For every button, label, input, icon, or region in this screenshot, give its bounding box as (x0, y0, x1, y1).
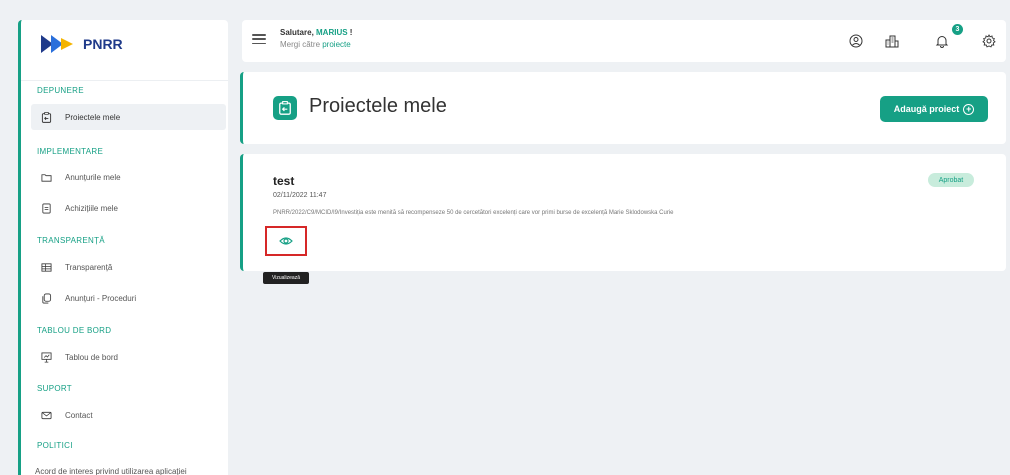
presentation-icon (41, 352, 52, 363)
sidebar-item-label: Anunțurile mele (65, 172, 121, 182)
view-project-button[interactable] (265, 226, 307, 256)
folder-icon (41, 172, 52, 183)
brand-logo[interactable]: PNRR (41, 35, 123, 53)
file-icon (41, 203, 52, 214)
eye-icon (279, 234, 293, 248)
greeting: Salutare, MARIUS ! (280, 28, 353, 37)
sidebar-item-contact[interactable]: Contact (31, 402, 226, 428)
add-project-label: Adaugă proiect (893, 104, 960, 114)
topbar: Salutare, MARIUS ! Mergi către proiecte (242, 20, 1006, 62)
project-date: 02/11/2022 11:47 (273, 192, 327, 199)
page-title: Proiectele mele (309, 95, 447, 117)
sidebar-item-tablou-de-bord[interactable]: Tablou de bord (31, 344, 226, 370)
user-name: MARIUS (316, 28, 348, 37)
notification-badge: 3 (952, 24, 963, 35)
user-circle-icon[interactable] (848, 33, 863, 48)
table-icon (41, 262, 52, 273)
gear-icon[interactable] (981, 33, 996, 48)
section-label-tablou-de-bord: TABLOU DE BORD (37, 326, 112, 335)
sidebar-item-achizitiile-mele[interactable]: Achizițiile mele (31, 195, 226, 221)
logo-divider (21, 80, 228, 81)
brand-name: PNRR (83, 36, 123, 52)
sidebar-item-label: Achizițiile mele (65, 203, 118, 213)
section-label-depunere: DEPUNERE (37, 86, 84, 95)
sidebar-item-anunturi-proceduri[interactable]: Anunțuri - Proceduri (31, 285, 226, 311)
section-label-politici: POLITICI (37, 441, 73, 450)
sidebar-item-transparenta[interactable]: Transparență (31, 254, 226, 280)
add-project-button[interactable]: Adaugă proiect + (880, 96, 988, 122)
sidebar: PNRR DEPUNERE Proiectele mele IMPLEMENTA… (18, 20, 228, 475)
clipboard-arrow-icon (273, 96, 297, 120)
sidebar-item-label: Proiectele mele (65, 112, 121, 122)
section-label-implementare: IMPLEMENTARE (37, 147, 104, 156)
view-tooltip: Vizualizează (263, 272, 309, 284)
section-label-transparenta: TRANSPARENȚĂ (37, 236, 105, 245)
hamburger-menu-icon[interactable] (252, 32, 266, 46)
projects-link[interactable]: proiecte (322, 40, 350, 49)
sidebar-item-proiectele-mele[interactable]: Proiectele mele (31, 104, 226, 130)
sidebar-item-acord[interactable]: Acord de interes privind utilizarea apli… (35, 467, 187, 475)
subtitle: Mergi către proiecte (280, 40, 351, 49)
copy-icon (41, 293, 52, 304)
mail-icon (41, 410, 52, 421)
sidebar-item-label: Transparență (65, 262, 113, 272)
project-description: PNRR/2022/C9/MCID/I9/Investiția este men… (273, 210, 674, 216)
sidebar-item-label: Contact (65, 410, 93, 420)
sidebar-item-label: Tablou de bord (65, 352, 118, 362)
status-badge: Aprobat (928, 173, 974, 187)
bell-icon[interactable] (934, 33, 949, 48)
clipboard-arrow-icon (41, 111, 52, 123)
project-title: test (273, 174, 295, 188)
section-label-suport: SUPORT (37, 384, 72, 393)
project-card[interactable]: test 02/11/2022 11:47 PNRR/2022/C9/MCID/… (240, 154, 1006, 271)
page-header-card: Proiectele mele Adaugă proiect + (240, 72, 1006, 144)
sidebar-item-anunturile-mele[interactable]: Anunțurile mele (31, 164, 226, 190)
plus-circle-icon: + (963, 103, 975, 115)
logo-arrows-icon (41, 35, 77, 53)
sidebar-item-label: Anunțuri - Proceduri (65, 293, 137, 303)
building-icon[interactable] (884, 33, 899, 48)
